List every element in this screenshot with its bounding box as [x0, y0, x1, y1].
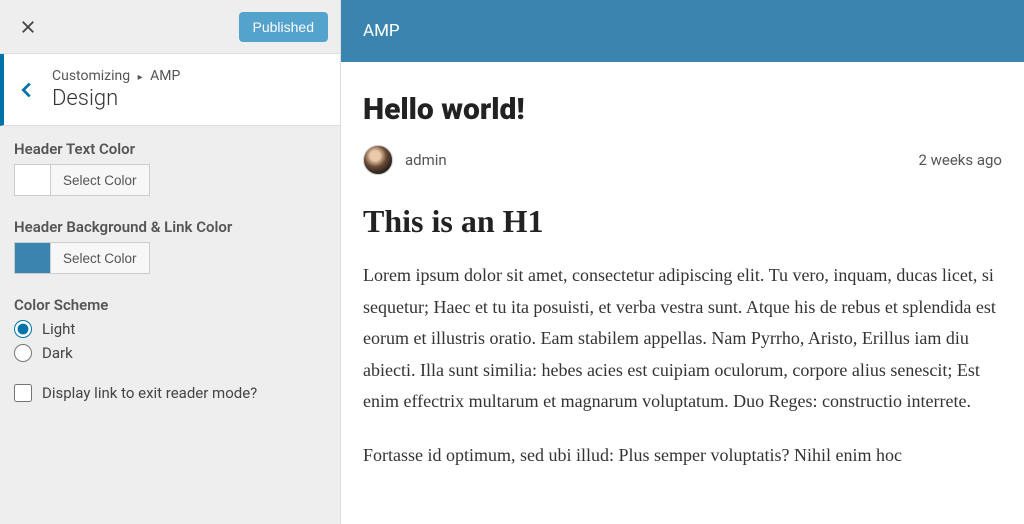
post-title: Hello world! — [363, 92, 1002, 127]
post-date: 2 weeks ago — [918, 151, 1002, 169]
color-scheme-option-label: Light — [42, 320, 75, 338]
preview-body[interactable]: Hello world! admin 2 weeks ago This is a… — [341, 62, 1024, 524]
controls-panel: Header Text Color Select Color Header Ba… — [0, 126, 340, 402]
close-icon — [19, 18, 37, 36]
breadcrumb: Customizing ▸ AMP Design — [0, 54, 340, 126]
close-button[interactable] — [12, 11, 44, 43]
color-scheme-radio-dark[interactable] — [14, 344, 32, 362]
author-name: admin — [405, 151, 447, 169]
header-bg-color-swatch[interactable] — [14, 242, 50, 274]
color-scheme-option-dark[interactable]: Dark — [14, 344, 326, 362]
color-scheme-label: Color Scheme — [14, 296, 326, 314]
publish-button[interactable]: Published — [239, 12, 329, 42]
chevron-right-icon: ▸ — [138, 72, 143, 83]
post-content: This is an H1 Lorem ipsum dolor sit amet… — [363, 203, 1002, 471]
header-text-color-button[interactable]: Select Color — [50, 164, 150, 196]
breadcrumb-path: Customizing ▸ AMP — [52, 68, 180, 84]
color-scheme-radio-light[interactable] — [14, 320, 32, 338]
customizer-sidebar: Published Customizing ▸ AMP Design Heade… — [0, 0, 341, 524]
breadcrumb-parent: Customizing — [52, 68, 130, 84]
exit-reader-checkbox-row[interactable]: Display link to exit reader mode? — [14, 384, 326, 402]
breadcrumb-current: AMP — [150, 68, 180, 84]
color-scheme-option-label: Dark — [42, 344, 73, 362]
preview-pane: AMP Hello world! admin 2 weeks ago This … — [341, 0, 1024, 524]
header-text-color-label: Header Text Color — [14, 140, 326, 158]
header-text-color-swatch[interactable] — [14, 164, 50, 196]
avatar — [363, 145, 393, 175]
header-text-color-field: Header Text Color Select Color — [14, 140, 326, 196]
exit-reader-label: Display link to exit reader mode? — [42, 384, 257, 402]
content-paragraph: Fortasse id optimum, sed ubi illud: Plus… — [363, 440, 1002, 472]
exit-reader-checkbox[interactable] — [14, 384, 32, 402]
header-bg-color-button[interactable]: Select Color — [50, 242, 150, 274]
content-heading-1: This is an H1 — [363, 203, 1002, 240]
sidebar-top-bar: Published — [0, 0, 340, 54]
preview-header: AMP — [341, 0, 1024, 62]
post-meta: admin 2 weeks ago — [363, 145, 1002, 175]
color-scheme-field: Color Scheme Light Dark — [14, 296, 326, 362]
back-button[interactable] — [12, 75, 46, 105]
chevron-left-icon — [16, 79, 38, 101]
header-bg-color-field: Header Background & Link Color Select Co… — [14, 218, 326, 274]
content-paragraph: Lorem ipsum dolor sit amet, consectetur … — [363, 260, 1002, 418]
preview-header-title: AMP — [363, 21, 400, 41]
color-scheme-option-light[interactable]: Light — [14, 320, 326, 338]
header-bg-color-label: Header Background & Link Color — [14, 218, 326, 236]
section-title: Design — [52, 86, 180, 111]
